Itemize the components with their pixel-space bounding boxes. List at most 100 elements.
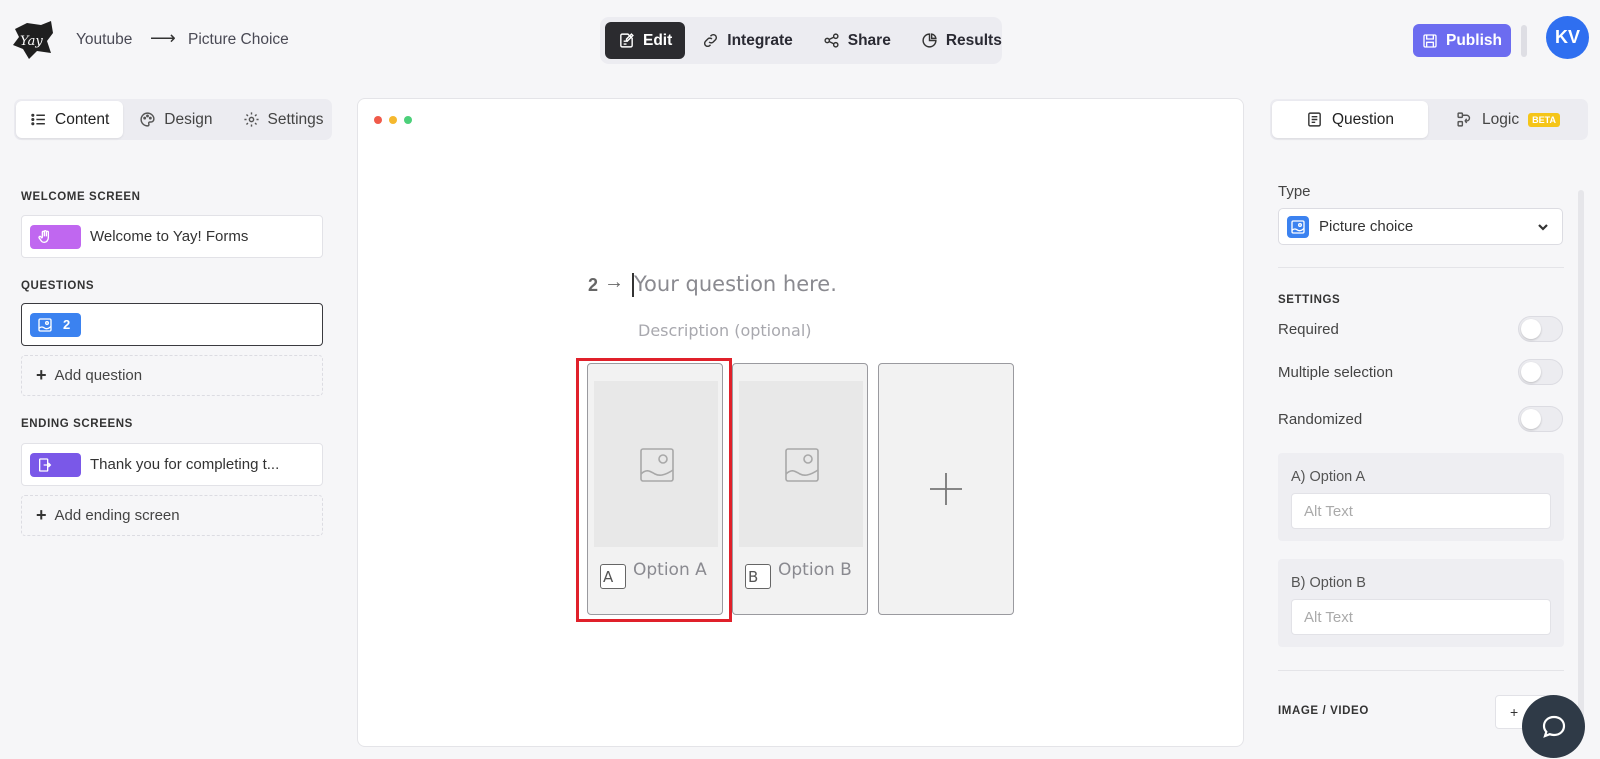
tab-share[interactable]: Share [810, 22, 904, 59]
add-ending-label: Add ending screen [54, 507, 180, 524]
tab-logic[interactable]: Logic BETA [1430, 101, 1586, 138]
image-video-heading: IMAGE / VIDEO [1278, 705, 1369, 717]
save-icon [1422, 33, 1438, 49]
right-panel-scrollbar[interactable] [1578, 190, 1584, 730]
yay-forms-logo[interactable]: Yay [11, 19, 55, 61]
tab-content[interactable]: Content [16, 101, 124, 138]
tab-question[interactable]: Question [1272, 101, 1428, 138]
form-preview-canvas: 2 → Your question here. Description (opt… [357, 98, 1244, 747]
breadcrumb-form[interactable]: Picture Choice [188, 31, 289, 49]
ending-screen-item[interactable]: Thank you for completing t... [21, 443, 323, 486]
top-navigation: Edit Integrate Share Results [600, 17, 1002, 64]
ending-chip [30, 452, 81, 477]
add-ending-screen-button[interactable]: + Add ending screen [21, 495, 323, 536]
welcome-screen-heading: WELCOME SCREEN [21, 191, 141, 203]
tab-content-label: Content [55, 110, 110, 128]
exit-icon [37, 457, 53, 473]
ending-item-label: Thank you for completing t... [90, 456, 280, 473]
option-b-settings: B) Option B [1278, 559, 1564, 647]
beta-badge: BETA [1528, 112, 1560, 127]
question-number-label: 2 [588, 275, 599, 295]
support-chat-button[interactable] [1522, 695, 1585, 758]
welcome-chip [30, 224, 81, 249]
tab-results-label: Results [945, 31, 1002, 49]
hand-icon [37, 229, 53, 245]
user-avatar[interactable]: KV [1546, 16, 1589, 59]
tab-logic-label: Logic [1482, 110, 1520, 128]
logic-icon [1456, 111, 1473, 128]
option-a-alt-text-input[interactable] [1291, 493, 1551, 529]
add-question-label: Add question [54, 367, 143, 384]
tab-edit[interactable]: Edit [605, 22, 686, 59]
question-icon [1306, 111, 1323, 128]
topbar-divider [1521, 25, 1527, 57]
tab-results[interactable]: Results [908, 22, 1015, 59]
publish-button[interactable]: Publish [1413, 24, 1511, 57]
link-icon [702, 32, 719, 49]
right-panel-tabs: Question Logic BETA [1270, 99, 1588, 140]
option-b-title: B) Option B [1291, 575, 1366, 591]
question-number: 2 [63, 317, 71, 332]
tab-integrate-label: Integrate [727, 31, 793, 49]
option-a-title: A) Option A [1291, 469, 1366, 485]
tab-edit-label: Edit [643, 31, 673, 49]
tab-question-label: Question [1331, 110, 1395, 128]
picture-option-b[interactable]: B Option B [732, 363, 868, 615]
add-picture-option-button[interactable] [878, 363, 1014, 615]
chevron-down-icon [1536, 220, 1550, 234]
tab-integrate[interactable]: Integrate [689, 22, 805, 59]
publish-label: Publish [1446, 31, 1502, 49]
option-a-settings: A) Option A [1278, 453, 1564, 541]
required-toggle[interactable] [1518, 316, 1563, 342]
svg-text:Yay: Yay [20, 34, 43, 49]
welcome-screen-item[interactable]: Welcome to Yay! Forms [21, 215, 323, 258]
tab-share-label: Share [847, 31, 891, 49]
selection-highlight-box [576, 358, 732, 622]
multiple-selection-toggle[interactable] [1518, 359, 1563, 385]
option-b-alt-text-input[interactable] [1291, 599, 1551, 635]
chat-icon [1540, 713, 1568, 741]
plus-icon: + [36, 365, 47, 385]
list-icon [30, 111, 47, 128]
pie-chart-icon [921, 32, 938, 49]
ending-screens-heading: ENDING SCREENS [21, 418, 133, 430]
breadcrumb-separator: ⟶ [150, 28, 176, 48]
question-item[interactable]: 2 [21, 303, 323, 346]
tab-design[interactable]: Design [125, 101, 226, 138]
settings-heading: SETTINGS [1278, 294, 1341, 306]
question-chip: 2 [30, 312, 81, 337]
window-dot-green [404, 116, 412, 124]
picture-icon [1287, 215, 1309, 238]
option-image-placeholder[interactable] [739, 381, 863, 547]
edit-icon [618, 32, 635, 49]
option-label-input[interactable]: Option B [778, 558, 858, 583]
welcome-item-label: Welcome to Yay! Forms [90, 228, 249, 245]
option-key-badge: B [745, 564, 771, 589]
required-label: Required [1278, 321, 1339, 338]
divider [1278, 267, 1564, 268]
tab-design-label: Design [164, 110, 213, 128]
type-label: Type [1278, 183, 1311, 200]
randomized-toggle[interactable] [1518, 406, 1563, 432]
tab-settings-label: Settings [267, 110, 324, 128]
picture-icon [37, 317, 53, 333]
gear-icon [243, 111, 260, 128]
window-dot-red [374, 116, 382, 124]
randomized-label: Randomized [1278, 411, 1363, 428]
question-type-value: Picture choice [1319, 218, 1414, 235]
window-dot-yellow [389, 116, 397, 124]
breadcrumb-workspace[interactable]: Youtube [76, 31, 132, 49]
question-type-select[interactable]: Picture choice [1278, 208, 1563, 245]
add-question-button[interactable]: + Add question [21, 355, 323, 396]
plus-icon: + [36, 505, 47, 525]
questions-heading: QUESTIONS [21, 280, 95, 292]
question-title-input[interactable]: Your question here. [634, 272, 837, 296]
question-description-input[interactable]: Description (optional) [638, 321, 812, 340]
palette-icon [139, 111, 156, 128]
divider [1278, 670, 1564, 671]
question-arrow: → [604, 271, 624, 293]
share-icon [823, 32, 840, 49]
multiple-selection-label: Multiple selection [1278, 364, 1394, 381]
left-panel-tabs: Content Design Settings [14, 99, 332, 140]
tab-settings[interactable]: Settings [229, 101, 338, 138]
